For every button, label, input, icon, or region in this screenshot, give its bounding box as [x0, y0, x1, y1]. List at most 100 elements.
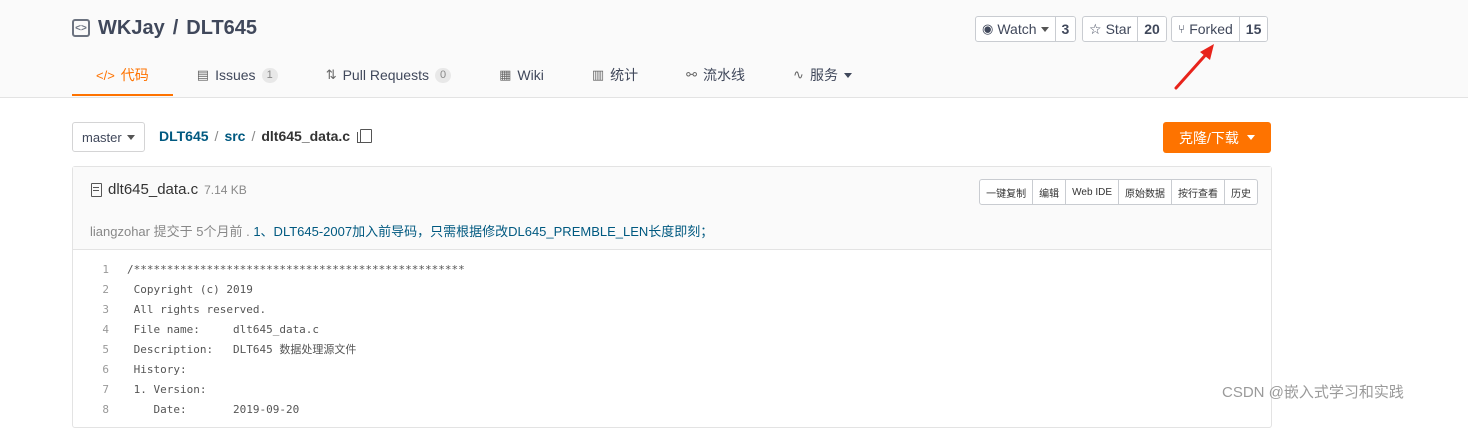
- star-count[interactable]: 20: [1137, 17, 1166, 41]
- breadcrumb-repo-link[interactable]: DLT645: [159, 128, 209, 144]
- tab-label: 代码: [120, 67, 149, 83]
- line-number[interactable]: 2: [73, 283, 127, 296]
- edit-button[interactable]: 编辑: [1032, 180, 1065, 204]
- commit-message-link[interactable]: 1、DLT645-2007加入前导码，只需根据修改DL645_PREMBLE_L…: [253, 224, 713, 239]
- line-number[interactable]: 3: [73, 303, 127, 316]
- code-content: 1/**************************************…: [73, 259, 1271, 419]
- file-header: dlt645_data.c 7.14 KB 一键复制 编辑 Web IDE 原始…: [73, 167, 1271, 250]
- chevron-down-icon: [843, 72, 852, 78]
- forked-button[interactable]: ⑂ Forked: [1172, 17, 1239, 41]
- file-action-buttons: 一键复制 编辑 Web IDE 原始数据 按行查看 历史: [979, 179, 1258, 205]
- line-number[interactable]: 1: [73, 263, 127, 276]
- star-icon: ☆: [1089, 20, 1102, 37]
- line-text: History:: [127, 362, 187, 376]
- issues-count-badge: 1: [261, 67, 278, 83]
- tab-pull-requests[interactable]: ⇅ Pull Requests 0: [302, 56, 475, 94]
- repo-header: <> WKJay / DLT645 ◉ Watch 3 ☆ Star 20 ⑂: [0, 0, 1468, 98]
- watch-count[interactable]: 3: [1054, 17, 1076, 41]
- file-icon: [91, 182, 102, 197]
- watermark: CSDN @嵌入式学习和实践: [1222, 384, 1404, 401]
- line-text: All rights reserved.: [127, 302, 267, 316]
- pull-requests-count-badge: 0: [434, 67, 452, 83]
- breadcrumb: DLT645 / src / dlt645_data.c: [159, 128, 373, 144]
- history-button[interactable]: 历史: [1224, 180, 1257, 204]
- line-number[interactable]: 5: [73, 343, 127, 356]
- bar-chart-icon: ▥: [591, 67, 605, 82]
- code-line: 1/**************************************…: [73, 259, 1271, 279]
- line-text: File name: dlt645_data.c: [127, 322, 320, 336]
- issues-icon: ▤: [196, 67, 210, 82]
- tab-label: Wiki: [517, 67, 544, 83]
- tab-label: 流水线: [703, 67, 746, 83]
- line-text: Date: 2019-09-20: [127, 402, 300, 416]
- pipeline-icon: ⚯: [686, 67, 698, 82]
- line-number[interactable]: 4: [73, 323, 127, 336]
- copy-all-button[interactable]: 一键复制: [980, 180, 1032, 204]
- fork-button-group: ⑂ Forked 15: [1171, 16, 1269, 42]
- repo-title-separator: /: [172, 16, 179, 39]
- tab-code[interactable]: </> 代码: [72, 56, 173, 96]
- star-label: Star: [1105, 21, 1132, 37]
- forked-label: Forked: [1189, 21, 1233, 37]
- copy-path-icon[interactable]: [357, 129, 373, 143]
- wiki-icon: ▦: [499, 67, 512, 82]
- repo-tabs: </> 代码 ▤ Issues 1 ⇅ Pull Requests 0 ▦ Wi…: [72, 56, 876, 96]
- file-size: 7.14 KB: [204, 182, 247, 197]
- last-commit: liangzohar 提交于 5个月前 . 1、DLT645-2007加入前导码…: [90, 221, 713, 240]
- watch-button-group: ◉ Watch 3: [975, 16, 1077, 42]
- file-title: dlt645_data.c 7.14 KB: [91, 181, 247, 198]
- chevron-down-icon: [1246, 135, 1255, 140]
- code-line: 2 Copyright (c) 2019: [73, 279, 1271, 299]
- star-button[interactable]: ☆ Star: [1083, 17, 1137, 41]
- tab-label: Issues: [215, 67, 256, 83]
- watch-button[interactable]: ◉ Watch: [976, 17, 1054, 41]
- annotation-arrow-icon: [1174, 44, 1214, 90]
- chevron-down-icon: [126, 134, 135, 140]
- line-number[interactable]: 8: [73, 403, 127, 416]
- code-line: 6 History:: [73, 359, 1271, 379]
- fork-icon: ⑂: [1178, 22, 1186, 36]
- branch-selector[interactable]: master: [72, 122, 145, 152]
- branch-name: master: [82, 129, 122, 145]
- chevron-down-icon: [1040, 26, 1049, 32]
- tab-issues[interactable]: ▤ Issues 1: [173, 56, 302, 94]
- blame-button[interactable]: 按行查看: [1171, 180, 1224, 204]
- fork-count[interactable]: 15: [1238, 17, 1268, 41]
- web-ide-button[interactable]: Web IDE: [1065, 180, 1118, 204]
- tab-services[interactable]: ∿ 服务: [769, 56, 876, 94]
- tab-stats[interactable]: ▥ 统计: [568, 56, 662, 94]
- breadcrumb-separator: /: [251, 128, 256, 144]
- tab-label: 服务: [809, 67, 838, 83]
- repo-icon: <>: [72, 19, 90, 37]
- watch-label: Watch: [997, 21, 1037, 37]
- pull-request-icon: ⇅: [325, 67, 337, 82]
- line-number[interactable]: 7: [73, 383, 127, 396]
- repo-owner-link[interactable]: WKJay: [98, 17, 165, 40]
- file-name: dlt645_data.c: [108, 181, 199, 198]
- code-icon: </>: [96, 67, 115, 83]
- line-text: /***************************************…: [127, 262, 465, 276]
- repo-title: <> WKJay / DLT645: [72, 16, 257, 40]
- line-number[interactable]: 6: [73, 363, 127, 376]
- tab-pipeline[interactable]: ⚯ 流水线: [662, 56, 769, 94]
- repo-name-link[interactable]: DLT645: [186, 17, 257, 40]
- tab-label: 统计: [610, 67, 639, 83]
- tab-label: Pull Requests: [342, 67, 429, 83]
- code-line: 4 File name: dlt645_data.c: [73, 319, 1271, 339]
- commit-author[interactable]: liangzohar: [90, 224, 150, 239]
- line-text: Description: DLT645 数据处理源文件: [127, 343, 357, 356]
- breadcrumb-current-file: dlt645_data.c: [261, 128, 351, 144]
- star-button-group: ☆ Star 20: [1082, 16, 1167, 42]
- tab-wiki[interactable]: ▦ Wiki: [475, 56, 568, 94]
- clone-download-button[interactable]: 克隆/下载: [1163, 122, 1271, 153]
- line-text: 1. Version:: [127, 382, 207, 396]
- raw-button[interactable]: 原始数据: [1118, 180, 1171, 204]
- breadcrumb-dir-link[interactable]: src: [224, 128, 245, 144]
- pulse-icon: ∿: [793, 67, 804, 82]
- code-line: 8 Date: 2019-09-20: [73, 399, 1271, 419]
- code-line: 7 1. Version:: [73, 379, 1271, 399]
- eye-icon: ◉: [982, 21, 994, 36]
- commit-time: 提交于 5个月前 .: [153, 224, 250, 239]
- code-line: 5 Description: DLT645 数据处理源文件: [73, 339, 1271, 359]
- code-line: 3 All rights reserved.: [73, 299, 1271, 319]
